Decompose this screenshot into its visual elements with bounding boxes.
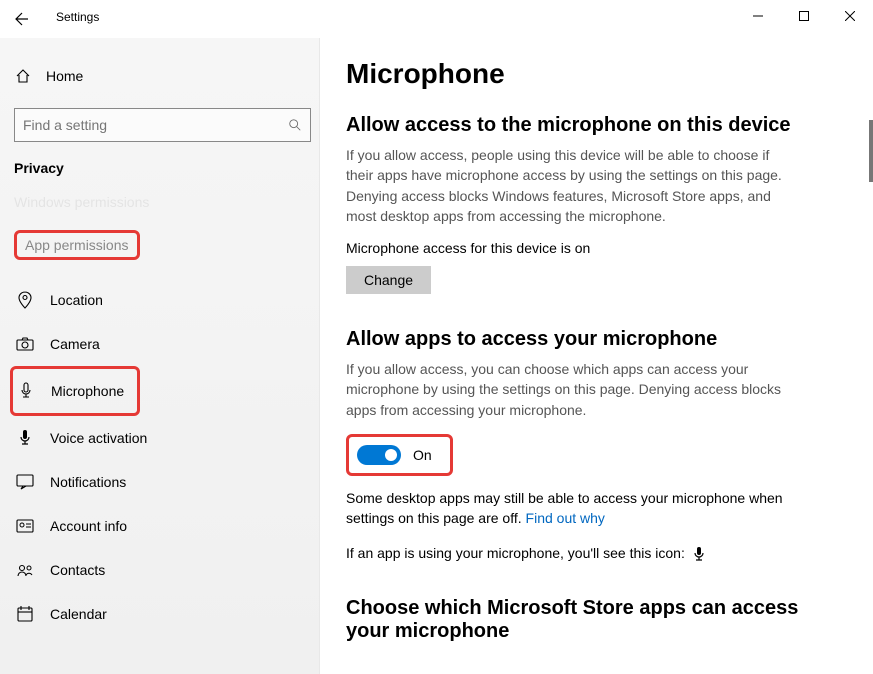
sidebar-item-account-info[interactable]: Account info [12, 504, 311, 548]
desktop-apps-note: Some desktop apps may still be able to a… [346, 488, 786, 529]
sidebar-item-label: Camera [50, 336, 100, 352]
calendar-icon [14, 606, 36, 622]
sidebar-item-label: Contacts [50, 562, 105, 578]
maximize-button[interactable] [781, 0, 827, 32]
sidebar-item-contacts[interactable]: Contacts [12, 548, 311, 592]
close-button[interactable] [827, 0, 873, 32]
section-allow-apps-body: If you allow access, you can choose whic… [346, 359, 786, 420]
section-allow-device-title: Allow access to the microphone on this d… [346, 114, 825, 137]
microphone-nav-highlight: Microphone [10, 366, 140, 416]
section-store-apps-title: Choose which Microsoft Store apps can ac… [346, 597, 825, 643]
sidebar-item-label: Calendar [50, 606, 107, 622]
usage-note: If an app is using your microphone, you'… [346, 543, 786, 563]
sidebar-item-microphone[interactable]: Microphone [13, 369, 133, 413]
minimize-button[interactable] [735, 0, 781, 32]
microphone-icon [15, 382, 37, 400]
change-button[interactable]: Change [346, 266, 431, 294]
back-button[interactable] [0, 0, 44, 38]
windows-permissions-label: Windows permissions [14, 194, 311, 210]
microphone-status-icon [693, 546, 705, 562]
contacts-icon [14, 563, 36, 577]
sidebar-item-label: Notifications [50, 474, 126, 490]
minimize-icon [753, 11, 763, 21]
content-area: Microphone Allow access to the microphon… [320, 38, 873, 674]
notifications-icon [14, 474, 36, 490]
find-out-why-link[interactable]: Find out why [526, 510, 605, 526]
home-icon [14, 68, 32, 84]
section-allow-apps-title: Allow apps to access your microphone [346, 328, 825, 351]
window-title: Settings [56, 10, 99, 24]
sidebar-item-camera[interactable]: Camera [12, 322, 311, 366]
toggle-knob [385, 449, 397, 461]
privacy-section-label: Privacy [14, 160, 311, 176]
titlebar: Settings [0, 0, 873, 38]
app-permissions-highlight: App permissions [14, 230, 140, 260]
home-label: Home [46, 68, 83, 84]
back-arrow-icon [14, 11, 30, 27]
search-input[interactable] [14, 108, 311, 142]
sidebar-item-label: Voice activation [50, 430, 147, 446]
sidebar-item-label: Microphone [51, 383, 124, 399]
voice-activation-icon [14, 429, 36, 447]
app-permissions-label: App permissions [25, 237, 129, 253]
usage-note-text: If an app is using your microphone, you'… [346, 545, 685, 561]
maximize-icon [799, 11, 809, 21]
account-info-icon [14, 519, 36, 533]
sidebar-item-location[interactable]: Location [12, 278, 311, 322]
scrollbar[interactable] [869, 120, 873, 182]
sidebar-item-label: Account info [50, 518, 127, 534]
toggle-highlight: On [346, 434, 453, 476]
location-icon [14, 291, 36, 309]
search-field[interactable] [23, 117, 288, 133]
access-status: Microphone access for this device is on [346, 240, 825, 256]
page-title: Microphone [346, 58, 825, 90]
allow-apps-toggle[interactable] [357, 445, 401, 465]
sidebar-item-calendar[interactable]: Calendar [12, 592, 311, 636]
window-controls [735, 0, 873, 32]
sidebar-item-label: Location [50, 292, 103, 308]
camera-icon [14, 337, 36, 351]
sidebar-item-voice-activation[interactable]: Voice activation [12, 416, 311, 460]
sidebar-item-notifications[interactable]: Notifications [12, 460, 311, 504]
close-icon [845, 11, 855, 21]
home-link[interactable]: Home [14, 62, 311, 90]
section-allow-device-body: If you allow access, people using this d… [346, 145, 786, 226]
toggle-state-label: On [413, 447, 432, 463]
search-icon [288, 118, 302, 132]
sidebar: Home Privacy Windows permissions App per… [0, 38, 320, 674]
